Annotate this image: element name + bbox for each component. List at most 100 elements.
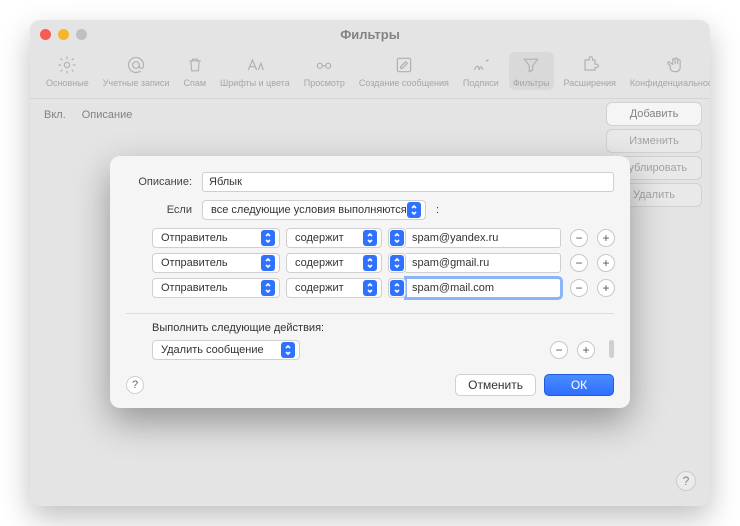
actions-area: Выполнить следующие действия: Удалить со…: [152, 322, 614, 360]
action-row: Удалить сообщение − +: [152, 340, 614, 360]
rule-editor-sheet: Описание: Если все следующие условия вып…: [110, 156, 630, 408]
condition-field-value: Отправитель: [161, 232, 228, 244]
toolbar-composing[interactable]: Создание сообщения: [355, 52, 453, 90]
glasses-icon: [313, 54, 335, 76]
puzzle-icon: [579, 54, 601, 76]
condition-field-popup[interactable]: Отправитель: [152, 278, 280, 298]
add-condition-button[interactable]: +: [597, 229, 615, 247]
condition-value-input[interactable]: [406, 278, 561, 298]
cancel-button[interactable]: Отменить: [455, 374, 536, 396]
condition-operator-value: содержит: [295, 282, 344, 294]
add-rule-button[interactable]: Добавить: [606, 102, 702, 126]
at-icon: [125, 54, 147, 76]
gear-icon: [56, 54, 78, 76]
condition-field-popup[interactable]: Отправитель: [152, 253, 280, 273]
add-action-button[interactable]: +: [577, 341, 595, 359]
toolbar-label: Расширения: [564, 78, 616, 88]
toolbar-privacy[interactable]: Конфиденциальность: [626, 52, 710, 90]
condition-scope-popup[interactable]: все следующие условия выполняются: [202, 200, 426, 220]
condition-value-type-popup[interactable]: [388, 228, 406, 248]
compose-icon: [393, 54, 415, 76]
toolbar-viewing[interactable]: Просмотр: [300, 52, 349, 90]
ok-button[interactable]: ОК: [544, 374, 614, 396]
toolbar-fonts[interactable]: Шрифты и цвета: [216, 52, 294, 90]
condition-value-wrap: [388, 253, 561, 273]
description-row: Описание:: [126, 172, 614, 192]
toolbar-junk[interactable]: Спам: [179, 52, 210, 90]
condition-row: Отправитель содержит −+: [152, 278, 615, 298]
condition-operator-value: содержит: [295, 232, 344, 244]
action-type-popup[interactable]: Удалить сообщение: [152, 340, 300, 360]
condition-operator-value: содержит: [295, 257, 344, 269]
chevron-updown-icon: [363, 280, 377, 296]
condition-operator-popup[interactable]: содержит: [286, 253, 382, 273]
remove-action-button[interactable]: −: [550, 341, 568, 359]
condition-value-type-popup[interactable]: [388, 253, 406, 273]
toolbar-label: Учетные записи: [103, 78, 170, 88]
hand-icon: [665, 54, 687, 76]
chevron-updown-icon: [390, 230, 404, 246]
toolbar-rules[interactable]: Фильтры: [509, 52, 554, 90]
toolbar-general[interactable]: Основные: [42, 52, 93, 90]
preferences-toolbar: Основные Учетные записи Спам Шрифты и цв…: [30, 48, 710, 99]
trash-icon: [184, 54, 206, 76]
description-input[interactable]: [202, 172, 614, 192]
remove-condition-button[interactable]: −: [570, 254, 588, 272]
toolbar-extensions[interactable]: Расширения: [560, 52, 620, 90]
condition-value-wrap: [388, 278, 561, 298]
condition-operator-popup[interactable]: содержит: [286, 278, 382, 298]
condition-value-input[interactable]: [406, 253, 561, 273]
remove-condition-button[interactable]: −: [570, 229, 588, 247]
condition-value-input[interactable]: [406, 228, 561, 248]
condition-field-value: Отправитель: [161, 257, 228, 269]
toolbar-accounts[interactable]: Учетные записи: [99, 52, 174, 90]
toolbar-label: Конфиденциальность: [630, 78, 710, 88]
chevron-updown-icon: [261, 230, 275, 246]
toolbar-label: Спам: [183, 78, 206, 88]
toolbar-signatures[interactable]: Подписи: [459, 52, 503, 90]
col-enabled: Вкл.: [44, 109, 66, 121]
chevron-updown-icon: [363, 255, 377, 271]
toolbar-label: Основные: [46, 78, 89, 88]
chevron-updown-icon: [390, 255, 404, 271]
edit-rule-button[interactable]: Изменить: [606, 129, 702, 153]
chevron-updown-icon: [261, 280, 275, 296]
toolbar-label: Просмотр: [304, 78, 345, 88]
remove-condition-button[interactable]: −: [570, 279, 588, 297]
toolbar-label: Шрифты и цвета: [220, 78, 290, 88]
add-condition-button[interactable]: +: [597, 254, 615, 272]
toolbar-label: Фильтры: [513, 78, 550, 88]
window-title: Фильтры: [30, 27, 710, 42]
conditions-list: Отправительсодержит−+Отправительсодержит…: [152, 228, 614, 303]
fonts-icon: [244, 54, 266, 76]
condition-operator-popup[interactable]: содержит: [286, 228, 382, 248]
condition-row: Отправитель содержит −+: [152, 228, 615, 248]
add-condition-button[interactable]: +: [597, 279, 615, 297]
filter-icon: [520, 54, 542, 76]
condition-field-popup[interactable]: Отправитель: [152, 228, 280, 248]
condition-field-value: Отправитель: [161, 282, 228, 294]
condition-row: Отправитель содержит −+: [152, 253, 615, 273]
description-label: Описание:: [126, 176, 192, 188]
help-button[interactable]: ?: [676, 471, 696, 491]
chevron-updown-icon: [261, 255, 275, 271]
toolbar-label: Создание сообщения: [359, 78, 449, 88]
sheet-help-button[interactable]: ?: [126, 376, 144, 394]
toolbar-label: Подписи: [463, 78, 499, 88]
actions-scrollbar[interactable]: [609, 340, 614, 358]
signature-icon: [470, 54, 492, 76]
chevron-updown-icon: [390, 280, 404, 296]
titlebar: Фильтры: [30, 20, 710, 48]
separator: [126, 313, 614, 314]
sheet-footer: ? Отменить ОК: [126, 374, 614, 396]
col-description: Описание: [82, 109, 133, 121]
condition-value-type-popup[interactable]: [388, 278, 406, 298]
if-label: Если: [126, 204, 192, 216]
chevron-updown-icon: [363, 230, 377, 246]
perform-actions-label: Выполнить следующие действия:: [152, 322, 614, 334]
if-colon: :: [436, 204, 439, 216]
condition-scope-value: все следующие условия выполняются: [211, 204, 407, 216]
if-row: Если все следующие условия выполняются :: [126, 200, 614, 220]
condition-value-wrap: [388, 228, 561, 248]
chevron-updown-icon: [407, 202, 421, 218]
